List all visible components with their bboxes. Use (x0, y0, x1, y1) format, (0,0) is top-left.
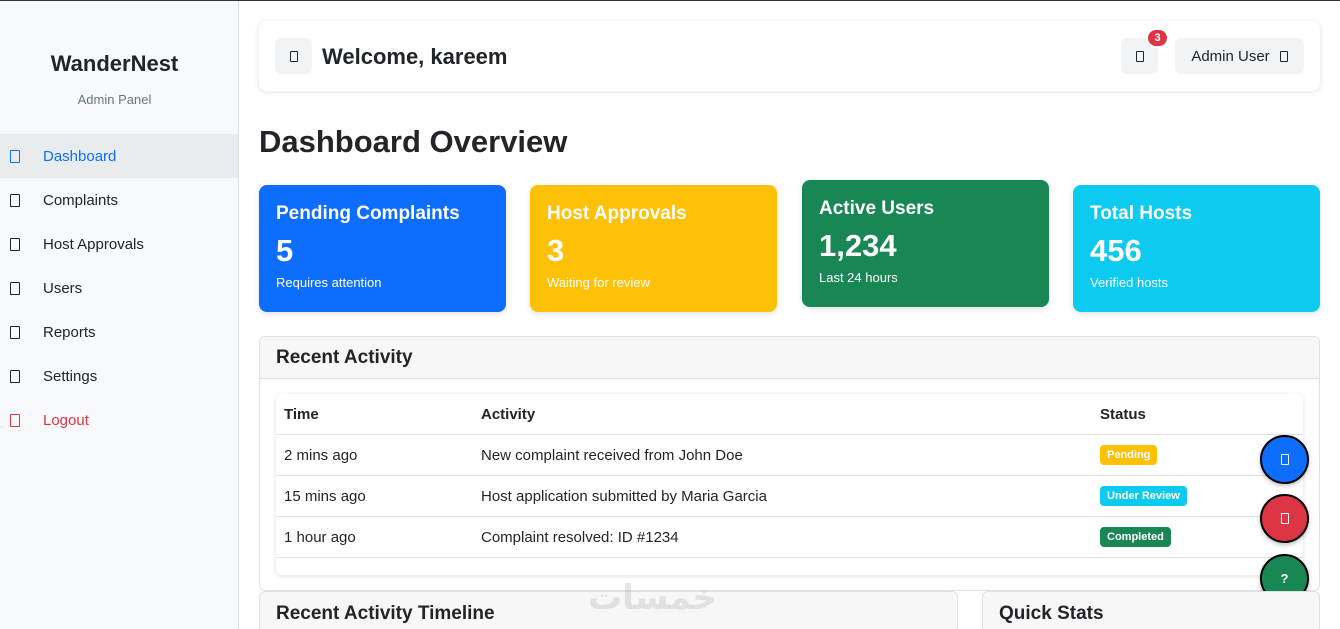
reports-icon (10, 325, 20, 339)
sidebar-item-users[interactable]: Users (0, 266, 238, 310)
notification-count-badge: 3 (1146, 28, 1169, 48)
alert-fab-button[interactable] (1260, 494, 1309, 543)
status-badge: Under Review (1100, 486, 1187, 506)
stat-card-value: 3 (547, 233, 565, 268)
cell-activity: Host application submitted by Maria Garc… (481, 487, 767, 505)
stat-card-pending-complaints[interactable]: Pending Complaints 5 Requires attention (259, 185, 506, 312)
host-approvals-icon (10, 237, 20, 251)
stat-card-value: 1,234 (819, 228, 897, 263)
cell-status: Completed (1100, 517, 1171, 557)
cell-time: 1 hour ago (284, 528, 356, 546)
settings-icon (10, 369, 20, 383)
recent-activity-title: Recent Activity (260, 337, 1319, 379)
activity-table: Time Activity Status 2 mins ago New comp… (276, 394, 1303, 575)
stat-card-subtitle: Waiting for review (547, 275, 650, 290)
menu-icon (289, 50, 298, 62)
stat-card-title: Host Approvals (547, 203, 687, 224)
top-header: Welcome, kareem 3 Admin User (259, 21, 1320, 91)
sidebar-item-label: Reports (43, 323, 96, 341)
sidebar-item-label: Complaints (43, 191, 119, 209)
user-menu-label: Admin User (1191, 47, 1270, 65)
sidebar-item-label: Host Approvals (43, 235, 144, 253)
stat-card-total-hosts[interactable]: Total Hosts 456 Verified hosts (1073, 185, 1320, 312)
cell-activity: New complaint received from John Doe (481, 446, 743, 464)
chat-fab-button[interactable] (1260, 435, 1309, 484)
sidebar: WanderNest Admin Panel Dashboard Complai… (0, 1, 239, 629)
stat-card-subtitle: Requires attention (276, 275, 382, 290)
chevron-down-icon (1279, 50, 1288, 62)
sidebar-item-settings[interactable]: Settings (0, 354, 238, 398)
table-row: 1 hour ago Complaint resolved: ID #1234 … (276, 517, 1303, 558)
column-header-status: Status (1100, 405, 1146, 423)
cell-time: 2 mins ago (284, 446, 358, 464)
sidebar-item-host-approvals[interactable]: Host Approvals (0, 222, 238, 266)
help-icon: ? (1280, 571, 1289, 586)
sidebar-nav: Dashboard Complaints Host Approvals User… (0, 134, 238, 442)
cell-time: 15 mins ago (284, 487, 366, 505)
sidebar-item-complaints[interactable]: Complaints (0, 178, 238, 222)
column-header-time: Time (284, 405, 319, 423)
stat-card-active-users[interactable]: Active Users 1,234 Last 24 hours (802, 180, 1049, 307)
quick-stats-panel-title: Quick Stats (982, 591, 1320, 629)
sidebar-item-logout[interactable]: Logout (0, 398, 238, 442)
cell-activity: Complaint resolved: ID #1234 (481, 528, 679, 546)
brand-subtitle: Admin Panel (77, 92, 152, 107)
user-menu-button[interactable]: Admin User (1175, 38, 1304, 74)
users-icon (10, 281, 20, 295)
alert-icon (1280, 513, 1289, 524)
dashboard-icon (10, 149, 20, 163)
logout-icon (10, 413, 20, 427)
stat-card-title: Active Users (819, 198, 935, 219)
sidebar-item-dashboard[interactable]: Dashboard (0, 134, 238, 178)
complaints-icon (10, 193, 20, 207)
stat-card-title: Total Hosts (1090, 203, 1193, 224)
stat-card-subtitle: Verified hosts (1090, 275, 1169, 290)
chat-icon (1280, 454, 1289, 465)
sidebar-item-label: Settings (43, 367, 98, 385)
recent-activity-card: Recent Activity Time Activity Status 2 m… (259, 336, 1320, 591)
sidebar-item-label: Logout (43, 411, 89, 429)
column-header-activity: Activity (481, 405, 536, 423)
cell-status: Pending (1100, 435, 1158, 475)
stat-card-title: Pending Complaints (276, 203, 460, 224)
table-row: 15 mins ago Host application submitted b… (276, 476, 1303, 517)
sidebar-item-label: Users (43, 279, 83, 297)
stat-card-value: 5 (276, 233, 294, 268)
table-header-row: Time Activity Status (276, 394, 1303, 435)
sidebar-toggle-button[interactable] (275, 38, 312, 74)
stat-card-subtitle: Last 24 hours (819, 270, 898, 285)
status-badge: Completed (1100, 527, 1171, 547)
table-row: 2 mins ago New complaint received from J… (276, 435, 1303, 476)
watermark-logo: خمسات (588, 578, 717, 618)
brand-title: WanderNest (50, 51, 179, 76)
bell-icon (1135, 50, 1144, 62)
cell-status: Under Review (1100, 476, 1187, 516)
sidebar-item-reports[interactable]: Reports (0, 310, 238, 354)
stat-card-host-approvals[interactable]: Host Approvals 3 Waiting for review (530, 185, 777, 312)
sidebar-item-label: Dashboard (43, 147, 117, 165)
stat-card-value: 456 (1090, 233, 1142, 268)
page-title: Dashboard Overview (259, 124, 568, 159)
status-badge: Pending (1100, 445, 1158, 465)
welcome-text: Welcome, kareem (322, 44, 508, 69)
